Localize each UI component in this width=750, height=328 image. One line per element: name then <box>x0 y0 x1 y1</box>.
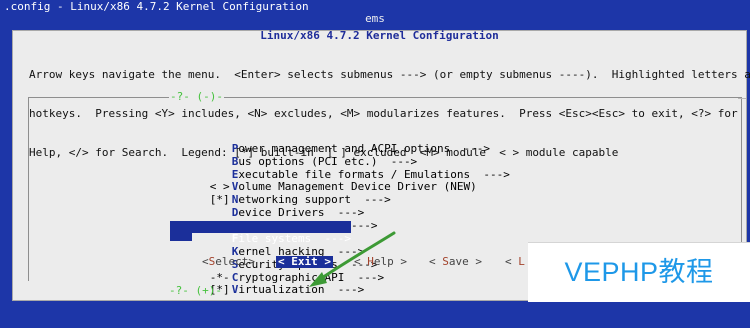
menu-item-volume-management[interactable]: < > Volume Management Device Driver (NEW) <box>170 169 477 193</box>
scroll-marker <box>738 98 746 103</box>
menu-item-power-management[interactable]: Power management and ACPI options ---> <box>170 131 490 155</box>
load-button[interactable]: < L <box>505 256 525 268</box>
button-bracket: < <box>202 255 209 268</box>
button-hotkey: L <box>518 255 525 268</box>
button-hotkey: S <box>442 255 449 268</box>
button-label: elp > <box>373 255 407 268</box>
dialog-title: Linux/x86 4.7.2 Kernel Configuration <box>260 29 499 42</box>
help-button[interactable]: < Help > <box>354 256 407 268</box>
button-label: elect> <box>215 255 255 268</box>
window-subtitle: ems <box>365 12 385 25</box>
save-button[interactable]: < Save > <box>429 256 482 268</box>
menu-item-firmware-drivers[interactable]: Firmware Drivers ---> <box>170 208 378 232</box>
scroll-up-indicator: -?- (-)- <box>169 90 224 103</box>
button-label: ave > <box>448 255 482 268</box>
item-label: irtualization ---> <box>238 283 365 296</box>
button-label: xit > <box>297 255 331 268</box>
button-bracket: < <box>505 255 519 268</box>
menu-item-networking[interactable]: [*] Networking support ---> <box>170 182 391 206</box>
menu-item-virtualization[interactable]: [*] Virtualization ---> <box>170 272 364 296</box>
menu-item-executable-formats[interactable]: Executable file formats / Emulations ---… <box>170 157 510 181</box>
button-bracket: < <box>429 255 443 268</box>
button-bracket: < <box>354 255 368 268</box>
menu-item-file-systems[interactable]: File systems ---> <box>170 221 351 245</box>
button-bracket: < <box>278 255 292 268</box>
menu-item-kernel-hacking[interactable]: Kernel hacking ---> <box>170 234 364 258</box>
watermark: VEPHP教程 <box>528 242 750 302</box>
menu-item-bus-options[interactable]: Bus options (PCI etc.) ---> <box>170 144 417 168</box>
select-button[interactable]: <Select> <box>202 256 255 268</box>
button-hotkey: H <box>367 255 374 268</box>
button-bar: <Select> < Exit > < Help > < Save > < L <box>183 256 525 268</box>
button-hotkey: E <box>291 255 298 268</box>
menu-item-device-drivers[interactable]: Device Drivers ---> <box>170 195 364 219</box>
help-line: Arrow keys navigate the menu. <Enter> se… <box>29 68 750 81</box>
exit-button[interactable]: < Exit > <box>276 256 333 268</box>
